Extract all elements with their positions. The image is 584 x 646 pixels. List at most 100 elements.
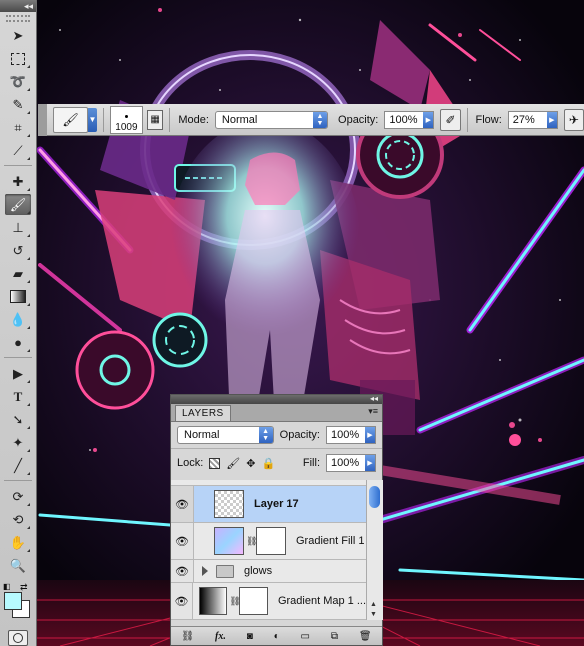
scroll-up-icon[interactable]: ▲ [370, 601, 377, 608]
pressure-opacity-button[interactable]: ✐ [440, 108, 461, 131]
layer-style-fx-icon[interactable]: fx. [215, 631, 226, 642]
quick-mask-button[interactable] [8, 630, 28, 646]
hand-tool-icon: ✋ [9, 534, 27, 550]
custom-shape-tool[interactable]: ✦ [5, 432, 31, 453]
spot-healing-tool[interactable]: ✚ [5, 171, 31, 192]
lock-position-icon[interactable]: ✥ [246, 457, 255, 470]
adjustment-layer-icon[interactable]: ◐ [274, 631, 280, 642]
gradient-fill-thumbnail [214, 527, 244, 555]
type-tool[interactable]: T [5, 386, 31, 407]
chevron-right-icon: ▶ [423, 111, 434, 128]
lock-pixels-icon[interactable]: 🖌 [226, 457, 240, 470]
brush-preset-picker[interactable]: 1009 [109, 105, 143, 134]
clone-stamp-tool[interactable]: ⊥ [5, 217, 31, 238]
gradient-tool-icon [10, 290, 26, 303]
visibility-eye-icon[interactable]: 👁 [171, 560, 194, 582]
layers-panel-titlebar[interactable]: ◂◂ [171, 394, 382, 404]
lock-transparency-icon[interactable] [209, 457, 221, 469]
new-layer-icon[interactable]: ⧉ [331, 631, 338, 642]
mode-select[interactable]: Normal ▲ ▼ [214, 110, 329, 129]
scroll-down-icon[interactable]: ▼ [370, 611, 377, 618]
fill-label: Fill: [302, 457, 320, 469]
line-tool[interactable]: ╱ [5, 455, 31, 476]
scrollbar-thumb[interactable] [369, 486, 380, 508]
brush-panel-toggle[interactable]: ▦ [146, 109, 164, 130]
layer-list: 👁 Layer 17 👁 ⛓ Gradient Fill 1 👁 glows 👁… [171, 480, 366, 620]
dodge-tool[interactable]: ● [5, 332, 31, 353]
zoom-tool[interactable]: 🔍 [5, 555, 31, 576]
foreground-color-swatch[interactable] [4, 592, 22, 610]
3d-orbit-tool[interactable]: ⟲ [5, 509, 31, 530]
visibility-eye-icon[interactable]: 👁 [171, 583, 193, 619]
path-selection-tool[interactable]: ▶ [5, 363, 31, 384]
3d-rotate-tool[interactable]: ⟳ [5, 486, 31, 507]
chevron-down-icon: ▼ [88, 115, 97, 124]
tool-preset-picker[interactable]: 🖌 [53, 106, 88, 133]
blend-mode-value: Normal [184, 429, 220, 441]
add-mask-icon[interactable]: ◙ [247, 631, 253, 642]
layers-scrollbar[interactable]: ▲ ▼ [366, 480, 383, 620]
marquee-tool-icon [11, 52, 25, 65]
delete-layer-icon[interactable]: 🗑 [359, 631, 372, 642]
lock-label: Lock: [177, 457, 204, 469]
blend-row: Normal ▲ ▼ Opacity: 100% ▶ [171, 422, 382, 448]
tools-panel-header[interactable]: ◂◂ [0, 0, 36, 12]
crop-tool[interactable]: ⌗ [5, 117, 31, 138]
airbrush-button[interactable]: ✈ [563, 108, 584, 131]
layer-row-gradient-fill-1[interactable]: 👁 ⛓ Gradient Fill 1 [171, 523, 366, 560]
history-brush-tool[interactable]: ↺ [5, 240, 31, 261]
tool-preset-dropdown[interactable]: ▼ [87, 107, 97, 132]
collapse-icon[interactable]: ◂◂ [24, 0, 33, 12]
pen-tool[interactable]: ➘ [5, 409, 31, 430]
options-bar: 🖌 ▼ 1009 ▦ Mode: Normal ▲ ▼ Opacity: 100%… [38, 103, 584, 136]
opacity-field[interactable]: 100% ▶ [384, 110, 435, 129]
panel-menu-icon[interactable]: ▾≡ [368, 406, 378, 417]
path-selection-tool-icon: ▶ [13, 365, 23, 381]
link-icon[interactable]: ⛓ [246, 536, 257, 547]
layers-panel: ◂◂ LAYERS ▾≡ Normal ▲ ▼ Opacity: 100% ▶ L… [170, 394, 383, 646]
updown-icon: ▲ ▼ [313, 111, 328, 128]
link-layers-icon[interactable]: ⛓ [181, 631, 194, 642]
collapse-icon[interactable]: ◂◂ [370, 394, 378, 403]
color-swatches: ◧ ⇄ [0, 582, 34, 624]
3d-rotate-tool-icon: ⟳ [12, 488, 24, 504]
lock-all-icon[interactable]: 🔒 [261, 457, 275, 470]
marquee-tool[interactable] [5, 48, 31, 69]
flow-label: Flow: [475, 113, 502, 126]
link-icon[interactable]: ⛓ [229, 596, 240, 607]
group-name: glows [244, 565, 273, 577]
expand-triangle-icon[interactable] [202, 566, 208, 576]
tools-panel-grip[interactable] [6, 15, 30, 22]
chevron-right-icon: ▶ [546, 111, 557, 128]
options-bar-grip[interactable] [38, 103, 48, 136]
gradient-tool[interactable] [5, 286, 31, 307]
fill-field[interactable]: 100% ▶ [326, 454, 376, 472]
opacity-value: 100% [389, 113, 418, 126]
visibility-eye-icon[interactable]: 👁 [171, 523, 194, 559]
layer-row-glows[interactable]: 👁 glows [171, 560, 366, 583]
brush-tool[interactable]: 🖌 [5, 194, 31, 215]
lasso-tool[interactable]: ➰ [5, 71, 31, 92]
layer-opacity-field[interactable]: 100% ▶ [326, 426, 376, 444]
visibility-eye-icon[interactable]: 👁 [171, 486, 194, 522]
quick-selection-tool[interactable]: ✎ [5, 94, 31, 115]
blur-tool[interactable]: 💧 [5, 309, 31, 330]
dodge-tool-icon: ● [14, 335, 22, 350]
blend-mode-select[interactable]: Normal ▲ ▼ [177, 426, 274, 444]
layer-row-layer-17[interactable]: 👁 Layer 17 [171, 486, 366, 523]
layer-row-gradient-map-1[interactable]: 👁 ⛓ Gradient Map 1 ... [171, 583, 366, 620]
eyedropper-tool[interactable]: ⟋ [5, 140, 31, 161]
brush-size-value: 1009 [115, 121, 138, 133]
history-brush-tool-icon: ↺ [12, 242, 24, 258]
default-colors-icon[interactable]: ◧ [3, 582, 11, 591]
clone-stamp-tool-icon: ⊥ [12, 219, 24, 235]
type-tool-icon: T [13, 388, 23, 404]
move-tool[interactable]: ➤ [5, 25, 31, 46]
new-group-icon[interactable]: ▭ [301, 631, 310, 642]
hand-tool[interactable]: ✋ [5, 532, 31, 553]
quick-mask-icon [13, 633, 23, 643]
tab-layers[interactable]: LAYERS [175, 405, 231, 421]
zoom-tool-icon: 🔍 [9, 557, 27, 573]
flow-field[interactable]: 27% ▶ [507, 110, 558, 129]
eraser-tool[interactable]: ▰ [5, 263, 31, 284]
